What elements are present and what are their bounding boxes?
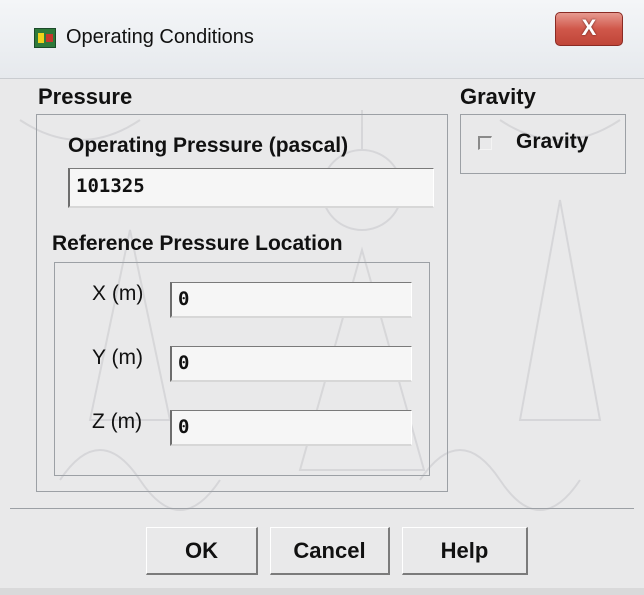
- close-icon: X: [581, 15, 597, 40]
- gravity-checkbox[interactable]: [478, 136, 492, 150]
- reference-pressure-location-title: Reference Pressure Location: [52, 232, 343, 255]
- y-coordinate-label: Y (m): [92, 346, 143, 369]
- z-coordinate-input[interactable]: 0: [170, 410, 412, 446]
- gravity-checkbox-label[interactable]: Gravity: [516, 130, 588, 154]
- y-coordinate-input[interactable]: 0: [170, 346, 412, 382]
- ok-button[interactable]: OK: [146, 527, 258, 575]
- operating-pressure-label: Operating Pressure (pascal): [68, 134, 349, 157]
- x-coordinate-label: X (m): [92, 282, 144, 305]
- z-coordinate-label: Z (m): [92, 410, 143, 433]
- operating-pressure-input[interactable]: 101325: [68, 168, 434, 208]
- close-button[interactable]: X: [555, 12, 623, 46]
- help-button[interactable]: Help: [402, 527, 528, 575]
- x-coordinate-input[interactable]: 0: [170, 282, 412, 318]
- gravity-group-title: Gravity: [460, 84, 536, 109]
- fluent-app-icon: [34, 28, 56, 48]
- cancel-button[interactable]: Cancel: [270, 527, 390, 575]
- window-bottom-edge: [0, 588, 644, 595]
- title-bar: Operating Conditions X: [0, 0, 644, 79]
- footer-divider: [10, 508, 634, 509]
- window-title: Operating Conditions: [66, 26, 254, 48]
- pressure-group-title: Pressure: [38, 84, 133, 109]
